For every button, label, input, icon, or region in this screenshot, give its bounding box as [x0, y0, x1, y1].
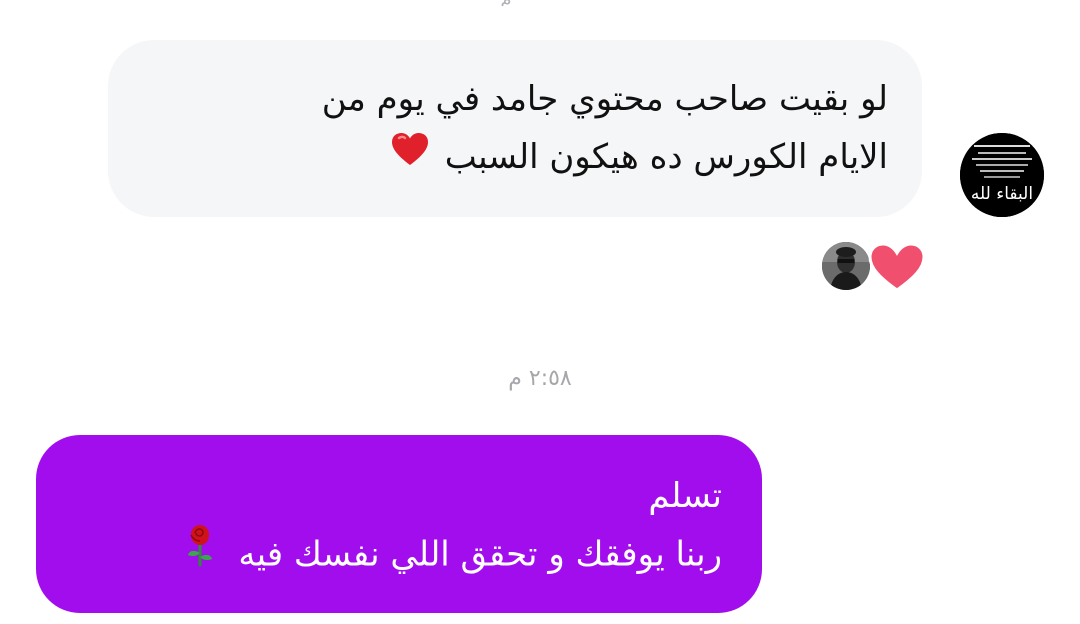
incoming-message-line-1: لو بقيت صاحب محتوي جامد في يوم من	[321, 79, 888, 119]
red-heart-emoji-icon	[390, 127, 430, 185]
incoming-message-line-2-text: الايام الكورس ده هيكون السبب	[444, 137, 888, 177]
message-timestamp: ٢:٥٨ م	[508, 366, 572, 391]
heart-reaction-icon[interactable]	[866, 240, 928, 294]
incoming-message-line-2: الايام الكورس ده هيكون السبب	[142, 128, 888, 188]
sender-avatar-text: البقاء لله	[971, 184, 1033, 204]
reactor-avatar[interactable]	[822, 242, 870, 290]
outgoing-message-bubble[interactable]: تسلم ربنا يوفقك و تحقق اللي نفسك فيه	[36, 435, 762, 613]
reactor-avatar-image	[822, 242, 870, 290]
outgoing-message-line-2: ربنا يوفقك و تحقق اللي نفسك فيه	[76, 525, 722, 587]
outgoing-message-line-1: تسلم	[648, 476, 722, 516]
sender-avatar-image: البقاء لله	[960, 133, 1044, 217]
rose-emoji-icon	[182, 523, 218, 585]
sender-avatar[interactable]: البقاء لله	[960, 133, 1044, 217]
previous-timestamp-fragment: م	[498, 0, 514, 6]
incoming-message-bubble[interactable]: لو بقيت صاحب محتوي جامد في يوم من الايام…	[108, 40, 922, 217]
outgoing-message-line-2-text: ربنا يوفقك و تحقق اللي نفسك فيه	[238, 534, 722, 575]
